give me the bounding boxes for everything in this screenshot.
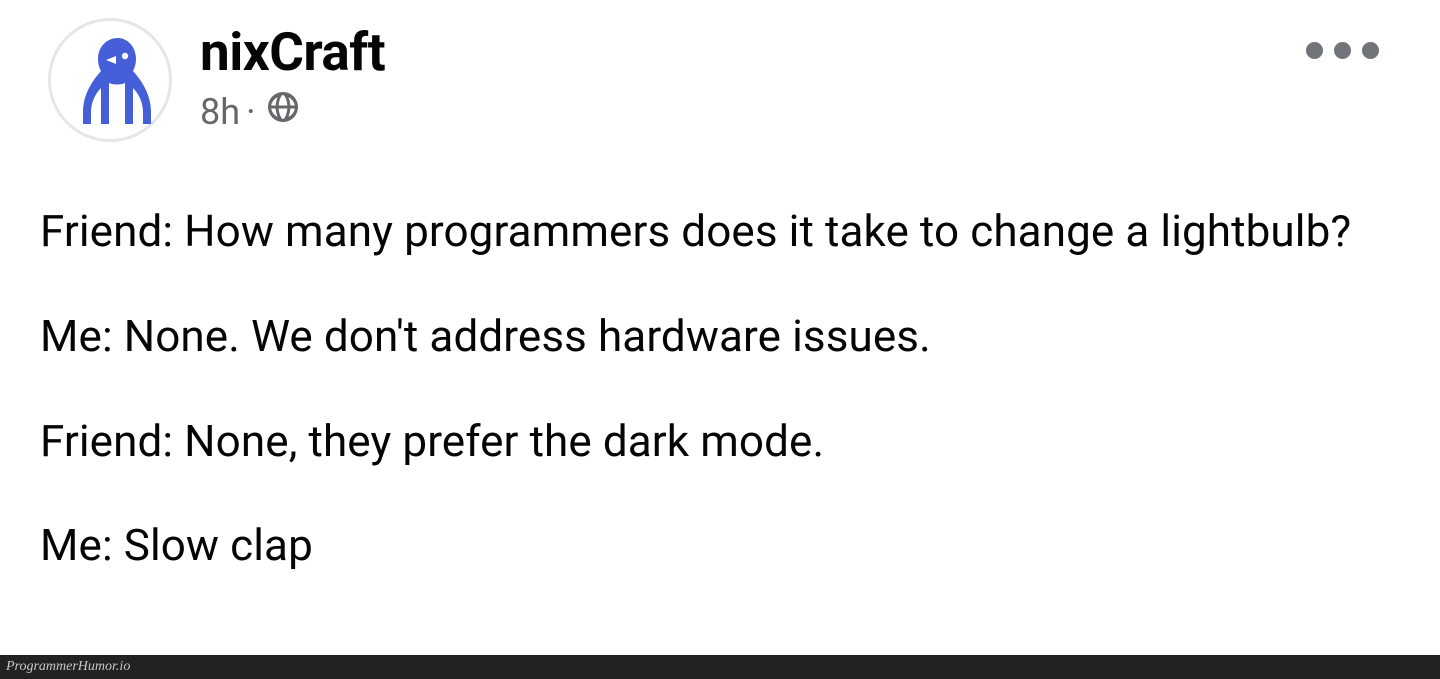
post-card: nixCraft 8h · Friend: How many programme…	[0, 0, 1440, 679]
post-meta: 8h ·	[200, 89, 385, 134]
watermark-bar: ProgrammerHumor.io	[0, 655, 1440, 679]
watermark-text: ProgrammerHumor.io	[6, 659, 130, 674]
penguin-avatar-icon	[60, 30, 160, 130]
post-line: Me: Slow clap	[40, 519, 1400, 572]
post-header: nixCraft 8h ·	[48, 18, 1392, 142]
author-block: nixCraft 8h ·	[200, 26, 385, 134]
avatar[interactable]	[48, 18, 172, 142]
meta-separator: ·	[246, 91, 255, 133]
ellipsis-icon	[1306, 42, 1379, 59]
globe-icon[interactable]	[265, 89, 301, 134]
timestamp[interactable]: 8h	[200, 91, 240, 133]
post-line: Friend: None, they prefer the dark mode.	[40, 415, 1400, 468]
post-body: Friend: How many programmers does it tak…	[40, 205, 1400, 624]
author-name[interactable]: nixCraft	[200, 26, 385, 79]
post-line: Me: None. We don't address hardware issu…	[40, 310, 1400, 363]
more-options-button[interactable]	[1296, 28, 1388, 72]
post-line: Friend: How many programmers does it tak…	[40, 205, 1400, 258]
